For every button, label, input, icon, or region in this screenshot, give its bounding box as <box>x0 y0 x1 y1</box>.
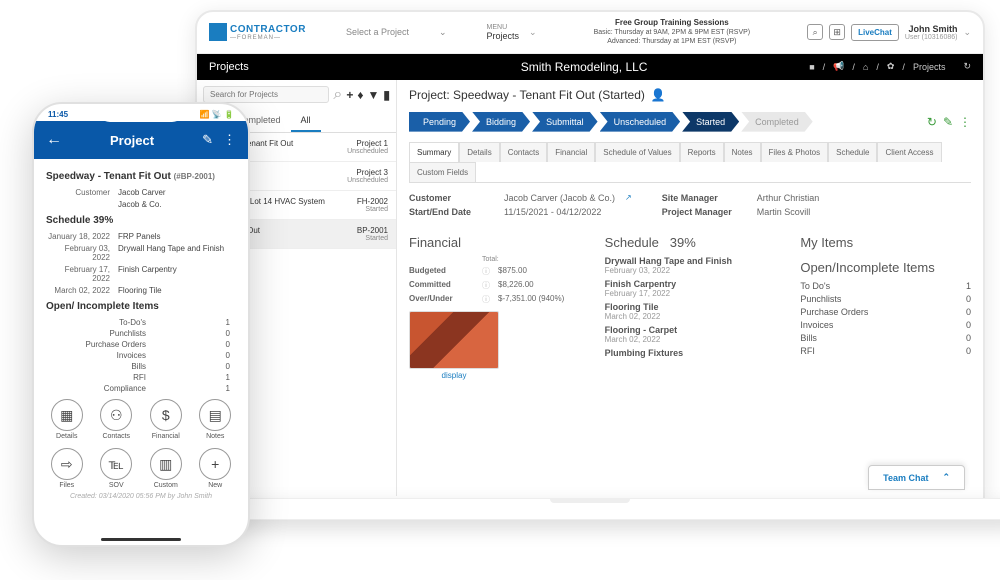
user-menu[interactable]: John Smith User (10316086) <box>905 24 958 41</box>
stage-started[interactable]: Started <box>682 112 739 132</box>
schedule-summary: Schedule 39% Drywall Hang Tape and Finis… <box>605 235 776 380</box>
search-icon[interactable]: ⌕ <box>807 24 823 40</box>
search-icon[interactable]: ⌕ <box>333 86 342 104</box>
financial-summary: Financial Total: Budgetedⓘ$875.00 Commit… <box>409 235 580 380</box>
stage-submittal[interactable]: Submittal <box>532 112 598 132</box>
stage-progress: Pending Bidding Submittal Unscheduled St… <box>409 112 971 132</box>
laptop-base <box>150 498 1000 520</box>
pin-icon[interactable]: ♦ <box>357 88 363 102</box>
quick-sov[interactable]: ℡SOV <box>96 448 138 489</box>
phone-screen: 11:45 📶 📡 🔋 ← Project ✎ ⋮ Speedway - Ten… <box>32 102 250 547</box>
subtab-files[interactable]: Files & Photos <box>761 142 829 162</box>
subtab-reports[interactable]: Reports <box>680 142 724 162</box>
info-icon[interactable]: ⓘ <box>482 266 490 277</box>
team-chat-toggle[interactable]: Team Chat ⌃ <box>868 465 965 490</box>
logo-icon <box>209 23 227 41</box>
refresh-icon[interactable]: ↻ <box>963 61 971 72</box>
breadcrumb: ■ / 📢 / ⌂ / ✿ / Projects ↻ <box>809 61 971 72</box>
training-info[interactable]: Free Group Training Sessions Basic: Thur… <box>547 18 798 47</box>
quick-details[interactable]: ▦Details <box>46 399 88 440</box>
add-icon[interactable]: + <box>346 88 353 102</box>
title-bar: Projects Smith Remodeling, LLC ■ / 📢 / ⌂… <box>197 54 983 80</box>
subtab-contacts[interactable]: Contacts <box>500 142 548 162</box>
quick-contacts[interactable]: ⚇Contacts <box>96 399 138 440</box>
info-icon[interactable]: ⓘ <box>482 280 490 291</box>
page-title: Projects <box>209 61 359 73</box>
subtab-notes[interactable]: Notes <box>724 142 761 162</box>
chevron-down-icon: ⌄ <box>439 27 447 38</box>
quick-files[interactable]: ⇨Files <box>46 448 88 489</box>
edit-icon[interactable]: ✎ <box>943 115 953 129</box>
subtab-client[interactable]: Client Access <box>877 142 941 162</box>
chevron-down-icon: ⌄ <box>963 27 971 38</box>
phone-header: ← Project ✎ ⋮ <box>34 121 248 159</box>
chevron-up-icon: ⌃ <box>942 472 950 483</box>
quick-notes[interactable]: ▤Notes <box>195 399 237 440</box>
subtab-schedule[interactable]: Schedule <box>828 142 877 162</box>
person-icon[interactable]: 👤 <box>651 88 666 102</box>
bullhorn-icon[interactable]: 📢 <box>833 61 844 72</box>
quick-custom[interactable]: ▥Custom <box>145 448 187 489</box>
edit-icon[interactable]: ✎ <box>202 132 213 148</box>
search-input[interactable] <box>203 86 329 103</box>
quick-actions: ▦Details ⚇Contacts $Financial ▤Notes ⇨Fi… <box>46 399 236 489</box>
more-icon[interactable]: ⋮ <box>959 115 971 129</box>
subtab-details[interactable]: Details <box>459 142 499 162</box>
info-icon[interactable]: ⓘ <box>482 294 490 305</box>
filter-icon[interactable]: ▼ <box>368 88 380 102</box>
brand-sub: —FOREMAN— <box>230 35 306 41</box>
subtab-financial[interactable]: Financial <box>547 142 595 162</box>
home-indicator <box>101 538 181 541</box>
stage-unscheduled[interactable]: Unscheduled <box>600 112 681 132</box>
video-icon[interactable]: ■ <box>809 62 814 72</box>
subtab-sov[interactable]: Schedule of Values <box>595 142 679 162</box>
back-icon[interactable]: ← <box>46 131 62 149</box>
subtab-custom[interactable]: Custom Fields <box>409 162 476 182</box>
brand-logo[interactable]: CONTRACTOR —FOREMAN— <box>209 23 306 41</box>
livechat-button[interactable]: LiveChat <box>851 24 899 41</box>
refresh-icon[interactable]: ↻ <box>927 115 937 129</box>
menu-dropdown[interactable]: MENU Projects <box>487 24 520 41</box>
signal-icon: 📶 📡 🔋 <box>200 110 234 119</box>
created-timestamp: Created: 03/14/2020 05:56 PM by John Smi… <box>46 489 236 504</box>
home-icon[interactable]: ⌂ <box>863 62 868 72</box>
subtab-summary[interactable]: Summary <box>409 142 459 163</box>
external-link-icon[interactable]: ↗ <box>625 193 632 203</box>
project-detail: Project: Speedway - Tenant Fit Out (Star… <box>397 80 983 496</box>
gear-icon[interactable]: ✿ <box>887 61 895 72</box>
more-icon[interactable]: ⋮ <box>223 132 236 148</box>
columns-icon[interactable]: ▮ <box>383 88 390 102</box>
project-selector[interactable]: Select a Project ⌄ <box>316 27 477 38</box>
project-title: Project: Speedway - Tenant Fit Out (Star… <box>409 88 971 102</box>
company-name: Smith Remodeling, LLC <box>359 60 809 74</box>
stage-bidding[interactable]: Bidding <box>472 112 530 132</box>
stage-completed[interactable]: Completed <box>741 112 813 132</box>
tab-all[interactable]: All <box>291 110 321 132</box>
app-header: CONTRACTOR —FOREMAN— Select a Project ⌄ … <box>197 12 983 54</box>
detail-tabs: Summary Details Contacts Financial Sched… <box>409 142 971 183</box>
photo-thumbnail[interactable] <box>409 311 499 369</box>
stage-pending[interactable]: Pending <box>409 112 470 132</box>
my-items: My Items Open/Incomplete Items To Do's1 … <box>800 235 971 380</box>
quick-financial[interactable]: $Financial <box>145 399 187 440</box>
chevron-down-icon: ⌄ <box>529 27 537 38</box>
calendar-icon[interactable]: ⊞ <box>829 24 845 40</box>
quick-new[interactable]: +New <box>195 448 237 489</box>
laptop-screen: CONTRACTOR —FOREMAN— Select a Project ⌄ … <box>195 10 985 500</box>
brand-name: CONTRACTOR <box>230 24 306 35</box>
